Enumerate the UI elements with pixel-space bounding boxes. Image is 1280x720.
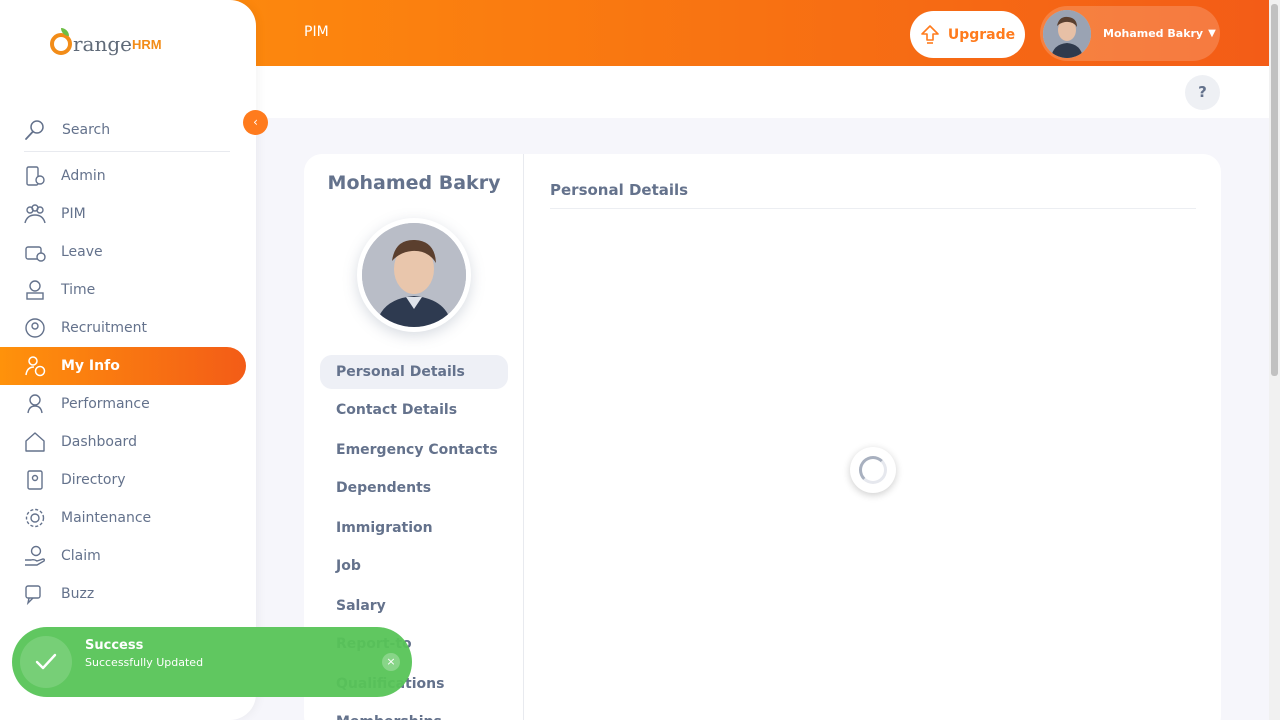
pim-icon	[24, 203, 46, 225]
collapse-sidebar-button[interactable]: ‹	[243, 110, 268, 135]
help-button[interactable]: ?	[1185, 75, 1220, 110]
spinner-icon	[859, 456, 887, 484]
toast-message: Successfully Updated	[85, 656, 204, 669]
sidebar-item-label: Recruitment	[61, 320, 148, 336]
admin-icon	[24, 165, 46, 187]
tab-job[interactable]: Job	[320, 549, 508, 583]
logo-orange-icon	[50, 28, 72, 55]
sidebar-item-label: Directory	[61, 472, 126, 488]
upgrade-icon	[921, 24, 939, 44]
user-avatar	[1043, 9, 1091, 58]
sidebar-item-label: PIM	[61, 206, 86, 222]
leave-icon	[24, 241, 46, 263]
upgrade-label: Upgrade	[947, 26, 1016, 43]
directory-icon	[24, 469, 46, 491]
performance-icon	[24, 393, 46, 415]
loading-spinner	[850, 447, 896, 493]
tab-dependents[interactable]: Dependents	[320, 471, 508, 505]
sidebar: range HRM Search Admin PIM Leave Time Recrui…	[0, 0, 256, 720]
recruitment-icon	[24, 317, 46, 339]
sidebar-item-label: Leave	[61, 244, 103, 260]
sidebar-item-label: My Info	[61, 358, 120, 374]
caret-down-icon: ▼	[1208, 28, 1216, 39]
tab-immigration[interactable]: Immigration	[320, 511, 508, 545]
sidebar-item-buzz[interactable]: Buzz	[0, 575, 246, 613]
sidebar-item-admin[interactable]: Admin	[0, 157, 246, 195]
success-toast: Success Successfully Updated ×	[12, 627, 412, 697]
search-icon	[25, 119, 44, 140]
sidebar-item-label: Time	[61, 282, 96, 298]
sidebar-item-label: Maintenance	[61, 510, 152, 526]
tab-emergency-contacts[interactable]: Emergency Contacts	[320, 433, 508, 467]
user-name: Mohamed Bakry	[1103, 27, 1204, 40]
sidebar-item-maintenance[interactable]: Maintenance	[0, 499, 246, 537]
tab-memberships[interactable]: Memberships	[320, 705, 508, 720]
section-divider	[550, 208, 1196, 209]
employee-photo[interactable]	[362, 223, 466, 327]
toast-title: Success	[85, 638, 144, 653]
sidebar-item-time[interactable]: Time	[0, 271, 246, 309]
user-dropdown[interactable]: Mohamed Bakry ▼	[1040, 6, 1220, 61]
sidebar-search[interactable]: Search	[24, 108, 230, 152]
logo-text: range	[73, 32, 133, 56]
search-input[interactable]: Search	[62, 122, 110, 138]
my-info-icon	[24, 355, 46, 377]
claim-icon	[24, 545, 46, 567]
tab-salary[interactable]: Salary	[320, 589, 508, 623]
sidebar-item-directory[interactable]: Directory	[0, 461, 246, 499]
sidebar-item-label: Buzz	[61, 586, 95, 602]
maintenance-icon	[24, 507, 46, 529]
sidebar-item-label: Dashboard	[61, 434, 137, 450]
employee-name: Mohamed Bakry	[327, 172, 501, 194]
sidebar-item-label: Admin	[61, 168, 106, 184]
sidebar-item-dashboard[interactable]: Dashboard	[0, 423, 246, 461]
logo-hrm: HRM	[132, 36, 162, 52]
sidebar-item-my-info[interactable]: My Info	[0, 347, 246, 385]
sidebar-item-recruitment[interactable]: Recruitment	[0, 309, 246, 347]
toast-close-button[interactable]: ×	[382, 653, 400, 671]
sidebar-item-claim[interactable]: Claim	[0, 537, 246, 575]
dashboard-icon	[24, 431, 46, 453]
sidebar-item-leave[interactable]: Leave	[0, 233, 246, 271]
upgrade-button[interactable]: Upgrade	[910, 11, 1025, 58]
sub-header	[256, 66, 1269, 118]
buzz-icon	[24, 583, 46, 605]
sidebar-item-label: Performance	[61, 396, 150, 412]
check-icon	[20, 636, 72, 688]
brand-logo[interactable]: range HRM	[50, 28, 162, 56]
scrollbar-thumb[interactable]	[1271, 4, 1278, 376]
sidebar-item-performance[interactable]: Performance	[0, 385, 246, 423]
section-title: Personal Details	[550, 181, 689, 199]
sidebar-item-label: Claim	[61, 548, 101, 564]
time-icon	[24, 279, 46, 301]
tab-contact-details[interactable]: Contact Details	[320, 393, 508, 427]
tab-personal-details[interactable]: Personal Details	[320, 355, 508, 389]
module-title: PIM	[304, 24, 329, 40]
sidebar-item-pim[interactable]: PIM	[0, 195, 246, 233]
